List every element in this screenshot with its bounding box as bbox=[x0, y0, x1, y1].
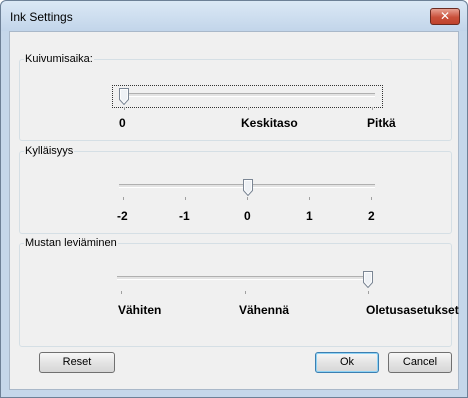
drying-tick-label-2: Pitkä bbox=[367, 116, 396, 130]
saturation-group: Kylläisyys -2 -1 0 1 2 bbox=[19, 145, 452, 234]
drying-tick bbox=[372, 107, 373, 110]
ok-button[interactable]: Ok bbox=[315, 352, 379, 373]
reset-button[interactable]: Reset bbox=[39, 352, 115, 373]
black-spread-group: Mustan leviäminen Vähiten Vähennä Oletus… bbox=[19, 237, 459, 347]
black-spread-tick-label: Vähiten bbox=[118, 303, 162, 317]
saturation-tick-label: 2 bbox=[368, 209, 375, 223]
slider-thumb-icon[interactable] bbox=[363, 271, 373, 288]
slider-thumb-icon[interactable] bbox=[119, 88, 129, 105]
saturation-tick-label: -2 bbox=[117, 209, 128, 223]
window-title: Ink Settings bbox=[10, 10, 73, 24]
drying-tick-label-1: Keskitaso bbox=[241, 116, 298, 130]
slider-thumb-icon[interactable] bbox=[243, 179, 253, 196]
ink-settings-dialog: Ink Settings ✕ Kuivumisaika: 0 Keskitaso… bbox=[0, 0, 468, 398]
saturation-tick-label: -1 bbox=[179, 209, 190, 223]
drying-tick bbox=[124, 107, 125, 110]
saturation-tick bbox=[309, 197, 310, 200]
drying-time-label: Kuivumisaika: bbox=[24, 53, 94, 65]
close-button[interactable]: ✕ bbox=[430, 8, 460, 25]
title-bar: Ink Settings ✕ bbox=[1, 1, 467, 31]
black-spread-tick bbox=[368, 291, 369, 294]
black-spread-tick bbox=[245, 291, 246, 294]
saturation-tick bbox=[123, 197, 124, 200]
saturation-tick-label: 0 bbox=[244, 209, 251, 223]
saturation-tick bbox=[371, 197, 372, 200]
drying-tick-label-0: 0 bbox=[119, 116, 126, 130]
black-spread-tick-label: Oletusasetukset bbox=[366, 303, 459, 317]
drying-tick bbox=[248, 107, 249, 110]
drying-time-group: Kuivumisaika: 0 Keskitaso Pitkä bbox=[19, 53, 452, 141]
saturation-label: Kylläisyys bbox=[24, 145, 75, 157]
saturation-tick bbox=[185, 197, 186, 200]
black-spread-tick bbox=[121, 291, 122, 294]
black-spread-label: Mustan leviäminen bbox=[24, 237, 118, 249]
saturation-tick bbox=[247, 197, 248, 200]
close-icon: ✕ bbox=[439, 9, 451, 23]
black-spread-slider[interactable] bbox=[117, 276, 373, 280]
black-spread-tick-label: Vähennä bbox=[239, 303, 290, 317]
saturation-tick-label: 1 bbox=[306, 209, 313, 223]
dialog-client-area: Kuivumisaika: 0 Keskitaso Pitkä Kylläisy… bbox=[9, 31, 459, 390]
drying-time-slider[interactable] bbox=[119, 93, 375, 97]
cancel-button[interactable]: Cancel bbox=[388, 352, 452, 373]
